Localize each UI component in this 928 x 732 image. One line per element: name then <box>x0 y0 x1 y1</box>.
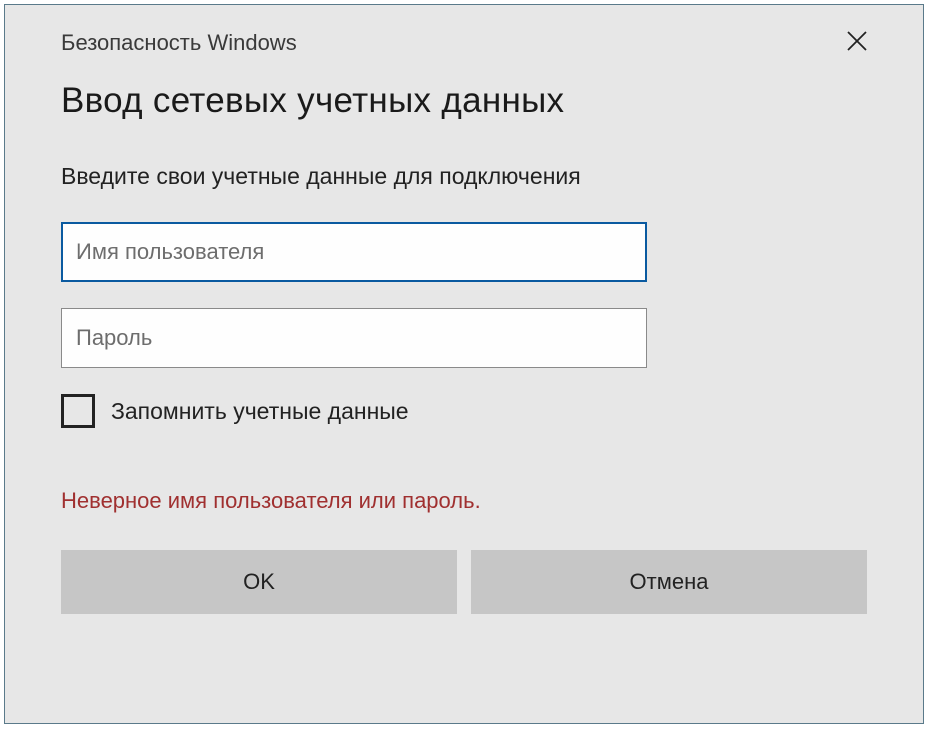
remember-row: Запомнить учетные данные <box>61 394 867 428</box>
window-title: Безопасность Windows <box>61 30 297 56</box>
username-input[interactable] <box>61 222 647 282</box>
dialog-content: Ввод сетевых учетных данных Введите свои… <box>5 71 923 614</box>
close-button[interactable] <box>837 21 877 61</box>
cancel-button[interactable]: Отмена <box>471 550 867 614</box>
error-message: Неверное имя пользователя или пароль. <box>61 488 867 514</box>
remember-checkbox[interactable] <box>61 394 95 428</box>
dialog-heading: Ввод сетевых учетных данных <box>61 81 867 121</box>
ok-button[interactable]: OK <box>61 550 457 614</box>
title-bar: Безопасность Windows <box>5 5 923 71</box>
instruction-text: Введите свои учетные данные для подключе… <box>61 163 867 190</box>
password-row <box>61 308 867 368</box>
password-input[interactable] <box>61 308 647 368</box>
username-row <box>61 222 867 282</box>
remember-label: Запомнить учетные данные <box>111 398 409 425</box>
close-icon <box>846 30 868 52</box>
credential-dialog: Безопасность Windows Ввод сетевых учетны… <box>4 4 924 724</box>
button-row: OK Отмена <box>61 550 867 614</box>
